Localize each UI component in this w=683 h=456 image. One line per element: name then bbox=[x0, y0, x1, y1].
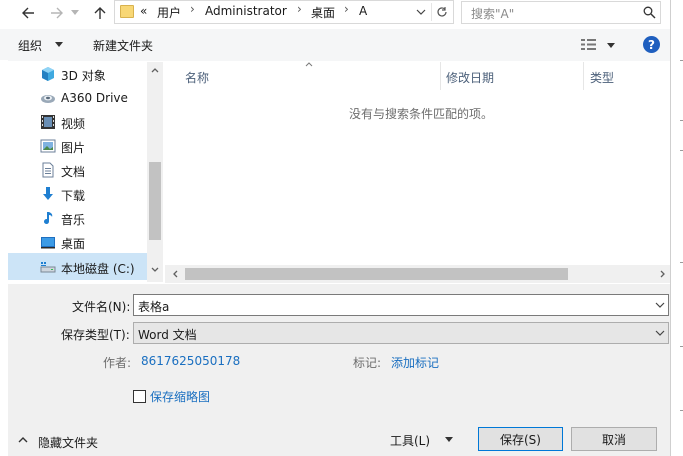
author-label: 作者: bbox=[103, 356, 132, 370]
sort-ascending-icon bbox=[305, 62, 313, 67]
sidebar-item-3d-objects[interactable]: 3D 对象 bbox=[61, 67, 106, 84]
back-button[interactable] bbox=[17, 2, 39, 24]
add-tags-link[interactable]: 添加标记 bbox=[391, 354, 439, 371]
new-folder-button[interactable]: 新建文件夹 bbox=[93, 37, 153, 54]
scroll-right-icon[interactable] bbox=[660, 270, 666, 278]
refresh-icon bbox=[436, 7, 447, 17]
forward-button[interactable] bbox=[46, 2, 68, 24]
arrow-up-icon bbox=[94, 7, 106, 19]
filename-field[interactable]: 表格a bbox=[133, 294, 669, 316]
chevron-down-icon bbox=[71, 10, 79, 15]
column-divider[interactable] bbox=[440, 62, 441, 90]
sidebar-item-videos[interactable]: 视频 bbox=[61, 115, 85, 132]
3d-objects-icon bbox=[42, 67, 54, 81]
refresh-button[interactable] bbox=[431, 3, 451, 21]
arrow-right-icon bbox=[51, 7, 63, 19]
filename-label: 文件名(N): bbox=[72, 300, 131, 314]
sidebar-item-a360-drive[interactable]: A360 Drive bbox=[61, 91, 128, 105]
filename-dropdown[interactable] bbox=[652, 295, 668, 315]
local-disk-icon bbox=[40, 262, 56, 273]
file-list[interactable] bbox=[165, 61, 670, 284]
sidebar-item-music[interactable]: 音乐 bbox=[61, 211, 85, 228]
up-button[interactable] bbox=[89, 2, 111, 24]
save-thumbnail-label[interactable]: 保存缩略图 bbox=[150, 388, 210, 405]
empty-results-message: 没有与搜索条件匹配的项。 bbox=[349, 107, 494, 121]
breadcrumb-current-folder[interactable]: A bbox=[359, 4, 367, 18]
scroll-down-icon[interactable] bbox=[151, 267, 159, 273]
chevron-right-icon[interactable]: › bbox=[190, 2, 195, 16]
desktop-icon bbox=[41, 237, 55, 249]
help-icon[interactable]: ? bbox=[643, 36, 660, 53]
search-icon bbox=[643, 6, 656, 19]
organize-button[interactable]: 组织 bbox=[18, 37, 42, 54]
tags-label: 标记: bbox=[353, 356, 382, 370]
arrow-left-icon bbox=[22, 7, 34, 19]
chevron-down-icon[interactable] bbox=[607, 43, 615, 48]
sidebar-item-pictures[interactable]: 图片 bbox=[61, 139, 85, 156]
chevron-down-icon bbox=[655, 302, 665, 308]
sidebar-item-downloads[interactable]: 下载 bbox=[61, 187, 85, 204]
folder-icon bbox=[120, 5, 134, 18]
column-header-date-modified[interactable]: 修改日期 bbox=[446, 69, 494, 86]
sidebar-item-desktop[interactable]: 桌面 bbox=[61, 235, 85, 252]
breadcrumb-administrator[interactable]: Administrator bbox=[205, 4, 287, 18]
address-bar[interactable]: « 用户 › Administrator › 桌面 › A bbox=[114, 0, 454, 24]
search-input[interactable]: 搜索"A" bbox=[461, 1, 661, 24]
tools-button[interactable]: 工具(L) bbox=[390, 432, 430, 449]
column-divider[interactable] bbox=[583, 62, 584, 90]
filetype-dropdown[interactable] bbox=[652, 323, 668, 343]
author-value[interactable]: 8617625050178 bbox=[141, 354, 240, 368]
chevron-up-icon[interactable] bbox=[18, 436, 28, 443]
save-button[interactable]: 保存(S) bbox=[478, 427, 563, 451]
documents-icon bbox=[42, 162, 54, 178]
cancel-button-label: 取消 bbox=[601, 432, 626, 447]
breadcrumb-desktop[interactable]: 桌面 bbox=[311, 4, 335, 21]
chevron-right-icon[interactable]: › bbox=[297, 2, 302, 16]
filetype-label: 保存类型(T): bbox=[61, 328, 130, 342]
chevron-right-icon[interactable]: › bbox=[344, 2, 349, 16]
window-left-edge bbox=[0, 60, 8, 456]
filetype-select[interactable]: Word 文档 bbox=[133, 322, 669, 344]
scroll-up-icon[interactable] bbox=[151, 67, 159, 73]
command-bar: 组织 新建文件夹 ? bbox=[0, 29, 670, 61]
view-options-icon[interactable] bbox=[581, 38, 597, 51]
a360-drive-icon bbox=[41, 95, 55, 103]
music-icon bbox=[44, 212, 53, 225]
breadcrumb-overflow[interactable]: « bbox=[140, 4, 147, 18]
scroll-left-icon[interactable] bbox=[172, 270, 178, 278]
sidebar-item-local-disk[interactable]: 本地磁盘 (C:) bbox=[61, 260, 135, 277]
sidebar-item-documents[interactable]: 文档 bbox=[61, 163, 85, 180]
pictures-icon bbox=[40, 139, 56, 153]
recent-locations-button[interactable] bbox=[68, 2, 82, 24]
save-button-label: 保存(S) bbox=[500, 432, 541, 447]
nav-scrollbar-thumb[interactable] bbox=[149, 162, 161, 240]
cancel-button[interactable]: 取消 bbox=[571, 427, 657, 451]
chevron-down-icon bbox=[655, 330, 665, 336]
file-list-hscroll-thumb[interactable] bbox=[185, 268, 568, 280]
chevron-down-icon[interactable] bbox=[445, 437, 453, 442]
filename-value: 表格a bbox=[138, 300, 170, 314]
chevron-down-icon bbox=[416, 9, 426, 15]
address-dropdown-button[interactable] bbox=[413, 3, 429, 21]
background-window-edge bbox=[670, 0, 683, 456]
video-icon bbox=[41, 115, 55, 129]
column-header-name[interactable]: 名称 bbox=[185, 69, 209, 86]
chevron-down-icon bbox=[55, 42, 63, 47]
hide-folders-button[interactable]: 隐藏文件夹 bbox=[38, 434, 98, 451]
download-icon bbox=[43, 187, 53, 200]
filetype-value: Word 文档 bbox=[138, 328, 197, 342]
save-thumbnail-checkbox[interactable] bbox=[133, 390, 146, 403]
breadcrumb-users[interactable]: 用户 bbox=[157, 4, 181, 21]
column-header-type[interactable]: 类型 bbox=[590, 69, 614, 86]
search-placeholder: 搜索"A" bbox=[471, 7, 515, 21]
